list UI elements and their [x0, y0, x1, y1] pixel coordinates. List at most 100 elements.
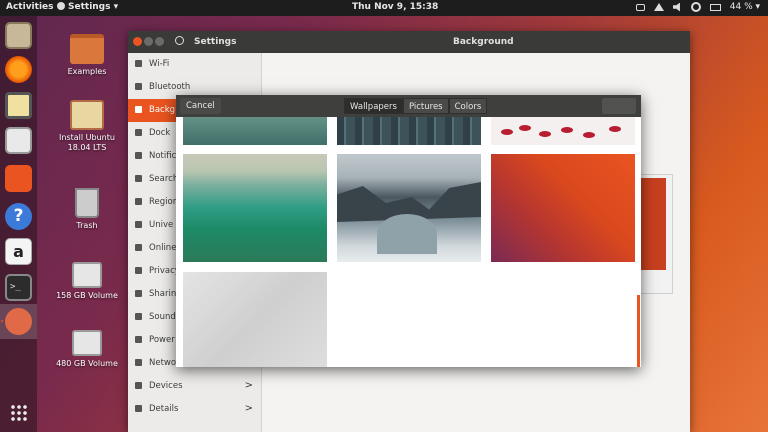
decor-shape	[561, 127, 573, 133]
wallpaper-thumb[interactable]	[337, 154, 481, 262]
running-indicator	[1, 320, 3, 322]
wallpaper-thumb[interactable]	[491, 117, 635, 145]
top-bar: Activities Settings ▾ Thu Nov 9, 15:38 4…	[0, 0, 768, 16]
sidebar-item-label: Search	[149, 174, 179, 184]
trash-icon	[75, 188, 99, 218]
help-icon[interactable]: ?	[5, 203, 32, 230]
sidebar-item-label: Online	[149, 243, 177, 253]
desktop-icon-480gb[interactable]: 480 GB Volume	[52, 330, 122, 369]
installer-icon	[70, 100, 104, 130]
select-button[interactable]: Select	[602, 98, 636, 114]
sidebar-item-icon	[135, 129, 142, 136]
cancel-button[interactable]: Cancel	[180, 98, 221, 114]
desktop-icon-examples[interactable]: Examples	[52, 34, 122, 77]
sidebar-item-icon	[135, 221, 142, 228]
volume-icon	[672, 2, 680, 12]
sidebar-item-label: Sound	[149, 312, 176, 322]
dialog-header: Cancel Wallpapers Pictures Colors Select	[176, 95, 641, 117]
sidebar-item-icon	[135, 60, 142, 67]
sidebar-item-icon	[135, 267, 142, 274]
wallpaper-thumb[interactable]	[183, 272, 327, 367]
sidebar-item-label: Region	[149, 197, 179, 207]
panel-title: Background	[453, 37, 514, 47]
maximize-icon[interactable]	[155, 37, 164, 46]
sidebar-item-wi-fi[interactable]: Wi-Fi	[128, 53, 262, 76]
activities-button[interactable]: Activities	[6, 2, 54, 12]
window-title: Settings	[194, 37, 237, 47]
chevron-right-icon: >	[244, 380, 253, 391]
decor-shape	[501, 129, 513, 135]
clock[interactable]: Thu Nov 9, 15:38	[352, 2, 438, 12]
close-icon[interactable]	[133, 37, 142, 46]
wallpaper-thumb[interactable]	[337, 117, 481, 145]
tab-pictures[interactable]: Pictures	[402, 98, 449, 114]
chevron-right-icon: >	[244, 403, 253, 414]
drive-icon	[72, 262, 102, 288]
show-applications-icon[interactable]	[10, 404, 28, 422]
battery-icon	[709, 3, 721, 11]
sidebar-item-icon	[135, 313, 142, 320]
sidebar-item-label: Unive	[149, 220, 174, 230]
sidebar-item-icon	[135, 83, 142, 90]
folder-icon	[70, 34, 104, 64]
sidebar-item-devices[interactable]: Devices >	[128, 375, 262, 398]
sidebar-item-icon	[135, 290, 142, 297]
app-menu[interactable]: Settings ▾	[57, 2, 118, 12]
sidebar-item-label: Backg	[149, 105, 176, 115]
firefox-icon[interactable]	[5, 56, 32, 83]
minimize-icon[interactable]	[144, 37, 153, 46]
drive-icon	[72, 330, 102, 356]
desktop-icon-158gb[interactable]: 158 GB Volume	[52, 262, 122, 301]
sidebar-item-icon	[135, 336, 142, 343]
sidebar-item-label: Bluetooth	[149, 82, 191, 92]
decor-shape	[519, 125, 531, 131]
window-header: Settings Background	[128, 31, 690, 53]
sidebar-item-icon	[135, 382, 142, 389]
wallpaper-grid	[176, 117, 641, 367]
sidebar-item-label: Details	[149, 404, 179, 414]
dock: ? a >_	[0, 16, 37, 432]
sidebar-item-label: Power	[149, 335, 175, 345]
sidebar-item-icon	[135, 359, 142, 366]
tab-colors[interactable]: Colors	[448, 98, 488, 114]
sidebar-item-label: Devices	[149, 381, 183, 391]
libreoffice-icon[interactable]	[5, 127, 32, 154]
files-icon[interactable]	[5, 22, 32, 49]
network-icon	[653, 3, 664, 11]
decor-shape	[377, 214, 437, 254]
decor-shape	[539, 131, 551, 137]
tab-wallpapers[interactable]: Wallpapers	[344, 98, 403, 114]
sidebar-item-icon	[135, 405, 142, 412]
system-tray[interactable]: 44 % ▾	[635, 2, 760, 12]
wallpaper-thumb[interactable]	[183, 154, 327, 262]
sidebar-item-label: Sharin	[149, 289, 177, 299]
sidebar-item-details[interactable]: Details >	[128, 398, 262, 421]
decor-shape	[609, 126, 621, 132]
desktop-icon-trash[interactable]: Trash	[52, 188, 122, 231]
desktop-icon-install-ubuntu[interactable]: Install Ubuntu 18.04 LTS	[52, 100, 122, 153]
amazon-icon[interactable]: a	[5, 238, 32, 265]
app-menu-label: Settings ▾	[68, 2, 119, 12]
sidebar-item-label: Wi-Fi	[149, 59, 170, 69]
software-store-icon[interactable]	[5, 165, 32, 192]
sidebar-item-label: Dock	[149, 128, 171, 138]
rhythmbox-icon[interactable]	[5, 92, 32, 119]
sidebar-item-icon	[135, 198, 142, 205]
wallpaper-thumb[interactable]	[183, 117, 327, 145]
wallpaper-dialog: Cancel Wallpapers Pictures Colors Select	[176, 95, 641, 367]
decor-shape	[583, 132, 595, 138]
sidebar-item-icon	[135, 175, 142, 182]
search-icon[interactable]	[175, 36, 184, 45]
power-icon	[690, 2, 701, 12]
sidebar-item-icon	[135, 106, 142, 113]
sidebar-item-icon	[135, 152, 142, 159]
sidebar-item-label: Notific	[149, 151, 177, 161]
terminal-icon[interactable]: >_	[5, 274, 32, 301]
scrollbar[interactable]	[637, 295, 640, 367]
camera-icon	[635, 3, 645, 11]
source-tabs: Wallpapers Pictures Colors	[344, 98, 488, 114]
wallpaper-thumb[interactable]	[491, 154, 635, 262]
settings-icon[interactable]	[5, 308, 32, 335]
gear-icon	[57, 2, 65, 10]
battery-percent: 44 % ▾	[729, 2, 760, 12]
